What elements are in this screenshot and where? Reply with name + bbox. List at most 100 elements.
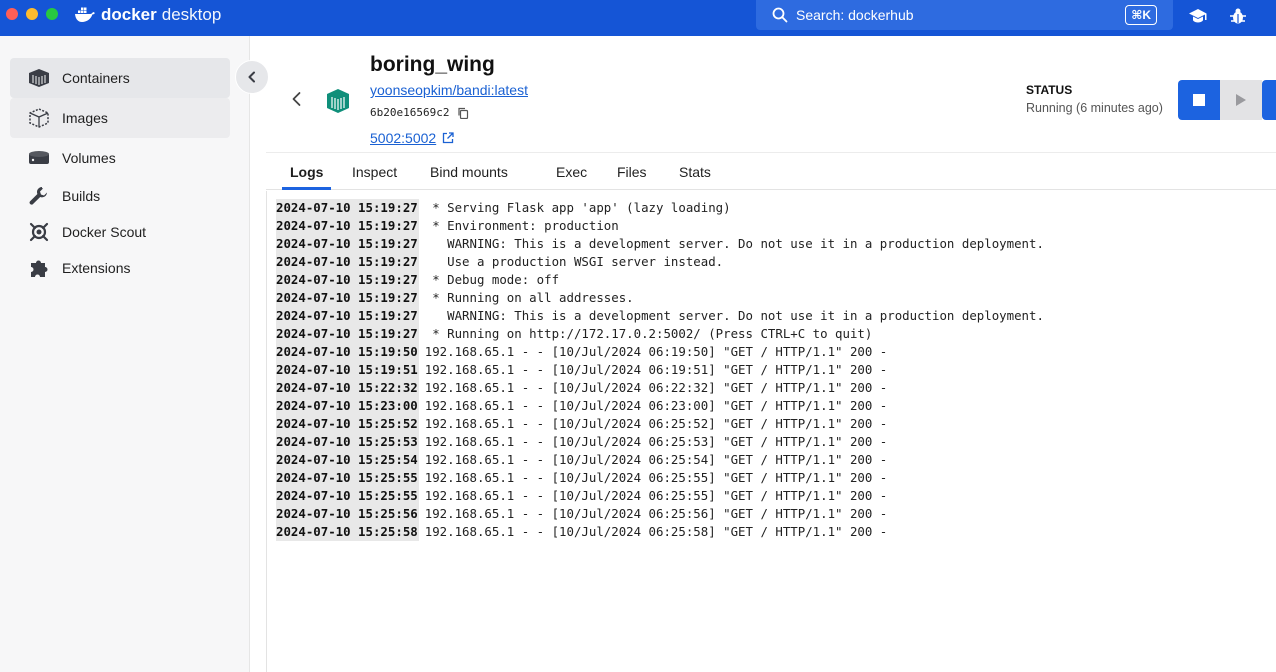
sidebar-item-label: Volumes xyxy=(62,150,116,166)
sidebar-item-docker-scout[interactable]: Docker Scout xyxy=(10,212,230,252)
log-line: 2024-07-10 15:19:50 192.168.65.1 - - [10/… xyxy=(276,343,887,361)
stop-icon xyxy=(1193,94,1205,106)
log-timestamp: 2024-07-10 15:19:27 xyxy=(276,253,419,271)
log-line: 2024-07-10 15:25:55 192.168.65.1 - - [10/… xyxy=(276,469,887,487)
scout-icon xyxy=(27,220,51,244)
copy-icon[interactable] xyxy=(457,107,469,119)
search-bar[interactable]: Search: dockerhub ⌘K xyxy=(756,0,1173,30)
log-message: 192.168.65.1 - - [10/Jul/2024 06:25:55] … xyxy=(424,488,888,503)
tab-bind-mounts[interactable]: Bind mounts xyxy=(422,154,516,190)
log-timestamp: 2024-07-10 15:19:27 xyxy=(276,307,419,325)
tab-exec[interactable]: Exec xyxy=(548,154,595,190)
tab-logs[interactable]: Logs xyxy=(282,154,332,190)
port-link[interactable]: 5002:5002 xyxy=(370,130,454,146)
wrench-icon xyxy=(27,184,51,208)
sidebar-item-label: Containers xyxy=(62,70,130,86)
sidebar-item-extensions[interactable]: Extensions xyxy=(10,248,230,288)
log-line: 2024-07-10 15:25:53 192.168.65.1 - - [10/… xyxy=(276,433,887,451)
log-timestamp: 2024-07-10 15:25:52 xyxy=(276,415,419,433)
learning-center-icon[interactable] xyxy=(1188,6,1208,26)
log-message: 192.168.65.1 - - [10/Jul/2024 06:25:53] … xyxy=(424,434,888,449)
log-message: 192.168.65.1 - - [10/Jul/2024 06:25:52] … xyxy=(424,416,888,431)
port-mapping: 5002:5002 xyxy=(370,130,437,146)
image-icon xyxy=(27,106,51,130)
log-message: 192.168.65.1 - - [10/Jul/2024 06:23:00] … xyxy=(424,398,888,413)
log-timestamp: 2024-07-10 15:23:00 xyxy=(276,397,419,415)
sidebar-item-volumes[interactable]: Volumes xyxy=(10,138,230,178)
log-line: 2024-07-10 15:19:27 Use a production WSG… xyxy=(276,253,723,271)
collapse-sidebar-button[interactable] xyxy=(235,60,269,94)
log-line: 2024-07-10 15:19:27 WARNING: This is a d… xyxy=(276,307,1044,325)
window-close-button[interactable] xyxy=(6,8,18,20)
sidebar-item-label: Extensions xyxy=(62,260,131,276)
sidebar: Containers Images Volumes Builds Docker … xyxy=(0,36,250,672)
log-line: 2024-07-10 15:25:55 192.168.65.1 - - [10/… xyxy=(276,487,887,505)
log-timestamp: 2024-07-10 15:19:27 xyxy=(276,325,419,343)
tab-stats[interactable]: Stats xyxy=(671,154,719,190)
log-message: 192.168.65.1 - - [10/Jul/2024 06:25:58] … xyxy=(424,524,888,539)
log-line: 2024-07-10 15:25:58 192.168.65.1 - - [10/… xyxy=(276,523,887,541)
container-icon xyxy=(27,66,51,90)
container-image-link[interactable]: yoonseopkim/bandi:latest xyxy=(370,82,528,98)
status-label: STATUS xyxy=(1026,83,1073,97)
log-message: 192.168.65.1 - - [10/Jul/2024 06:25:55] … xyxy=(424,470,888,485)
log-message: 192.168.65.1 - - [10/Jul/2024 06:25:54] … xyxy=(424,452,888,467)
troubleshoot-bug-icon[interactable] xyxy=(1228,6,1248,26)
restart-button[interactable] xyxy=(1262,80,1276,120)
log-timestamp: 2024-07-10 15:19:27 xyxy=(276,199,419,217)
play-icon xyxy=(1236,94,1246,106)
stop-button[interactable] xyxy=(1178,80,1220,120)
sidebar-item-label: Builds xyxy=(62,188,101,204)
window-minimize-button[interactable] xyxy=(26,8,38,20)
log-message: * Running on http://172.17.0.2:5002/ (Pr… xyxy=(424,326,873,341)
log-timestamp: 2024-07-10 15:19:27 xyxy=(276,235,419,253)
log-message: * Running on all addresses. xyxy=(424,290,634,305)
log-timestamp: 2024-07-10 15:19:51 xyxy=(276,361,419,379)
sidebar-item-containers[interactable]: Containers xyxy=(10,58,230,98)
log-timestamp: 2024-07-10 15:25:56 xyxy=(276,505,419,523)
tab-inspect[interactable]: Inspect xyxy=(344,154,405,190)
volume-icon xyxy=(27,146,51,170)
log-timestamp: 2024-07-10 15:19:27 xyxy=(276,217,419,235)
search-icon xyxy=(772,7,788,23)
log-timestamp: 2024-07-10 15:25:58 xyxy=(276,523,419,541)
puzzle-icon xyxy=(27,256,51,280)
container-detail-view: boring_wing yoonseopkim/bandi:latest 6b2… xyxy=(251,36,1276,672)
log-line: 2024-07-10 15:22:32 192.168.65.1 - - [10/… xyxy=(276,379,887,397)
log-message: Use a production WSGI server instead. xyxy=(424,254,724,269)
back-button[interactable] xyxy=(289,91,305,107)
external-link-icon xyxy=(442,132,454,144)
log-timestamp: 2024-07-10 15:22:32 xyxy=(276,379,419,397)
search-placeholder: Search: dockerhub xyxy=(796,7,914,23)
sidebar-item-builds[interactable]: Builds xyxy=(10,176,230,216)
window-zoom-button[interactable] xyxy=(46,8,58,20)
brand-primary: docker xyxy=(101,5,157,24)
log-message: 192.168.65.1 - - [10/Jul/2024 06:19:50] … xyxy=(424,344,888,359)
sidebar-item-label: Docker Scout xyxy=(62,224,147,240)
brand-secondary: desktop xyxy=(161,5,222,24)
log-message: WARNING: This is a development server. D… xyxy=(424,236,1044,251)
tab-files[interactable]: Files xyxy=(609,154,655,190)
log-timestamp: 2024-07-10 15:25:55 xyxy=(276,487,419,505)
log-output[interactable]: 2024-07-10 15:19:27 * Serving Flask app … xyxy=(266,191,1276,672)
log-message: 192.168.65.1 - - [10/Jul/2024 06:19:51] … xyxy=(424,362,888,377)
log-message: * Debug mode: off xyxy=(424,272,560,287)
status-value: Running (6 minutes ago) xyxy=(1026,101,1163,115)
sidebar-item-label: Images xyxy=(62,110,108,126)
start-button[interactable] xyxy=(1220,80,1262,120)
log-line: 2024-07-10 15:19:27 WARNING: This is a d… xyxy=(276,235,1044,253)
chevron-left-icon xyxy=(248,71,255,83)
log-line: 2024-07-10 15:19:27 * Serving Flask app … xyxy=(276,199,731,217)
log-line: 2024-07-10 15:19:27 * Environment: produ… xyxy=(276,217,619,235)
container-name: boring_wing xyxy=(370,53,495,76)
tab-bar: Logs Inspect Bind mounts Exec Files Stat… xyxy=(266,154,1276,190)
chevron-left-icon xyxy=(292,92,301,106)
container-id-row: 6b20e16569c2 xyxy=(370,106,469,119)
log-timestamp: 2024-07-10 15:19:50 xyxy=(276,343,419,361)
docker-whale-icon xyxy=(75,7,95,22)
container-icon xyxy=(325,88,351,119)
log-line: 2024-07-10 15:25:54 192.168.65.1 - - [10/… xyxy=(276,451,887,469)
search-shortcut-badge: ⌘K xyxy=(1125,5,1157,25)
log-line: 2024-07-10 15:19:27 * Running on http://… xyxy=(276,325,872,343)
sidebar-item-images[interactable]: Images xyxy=(10,98,230,138)
